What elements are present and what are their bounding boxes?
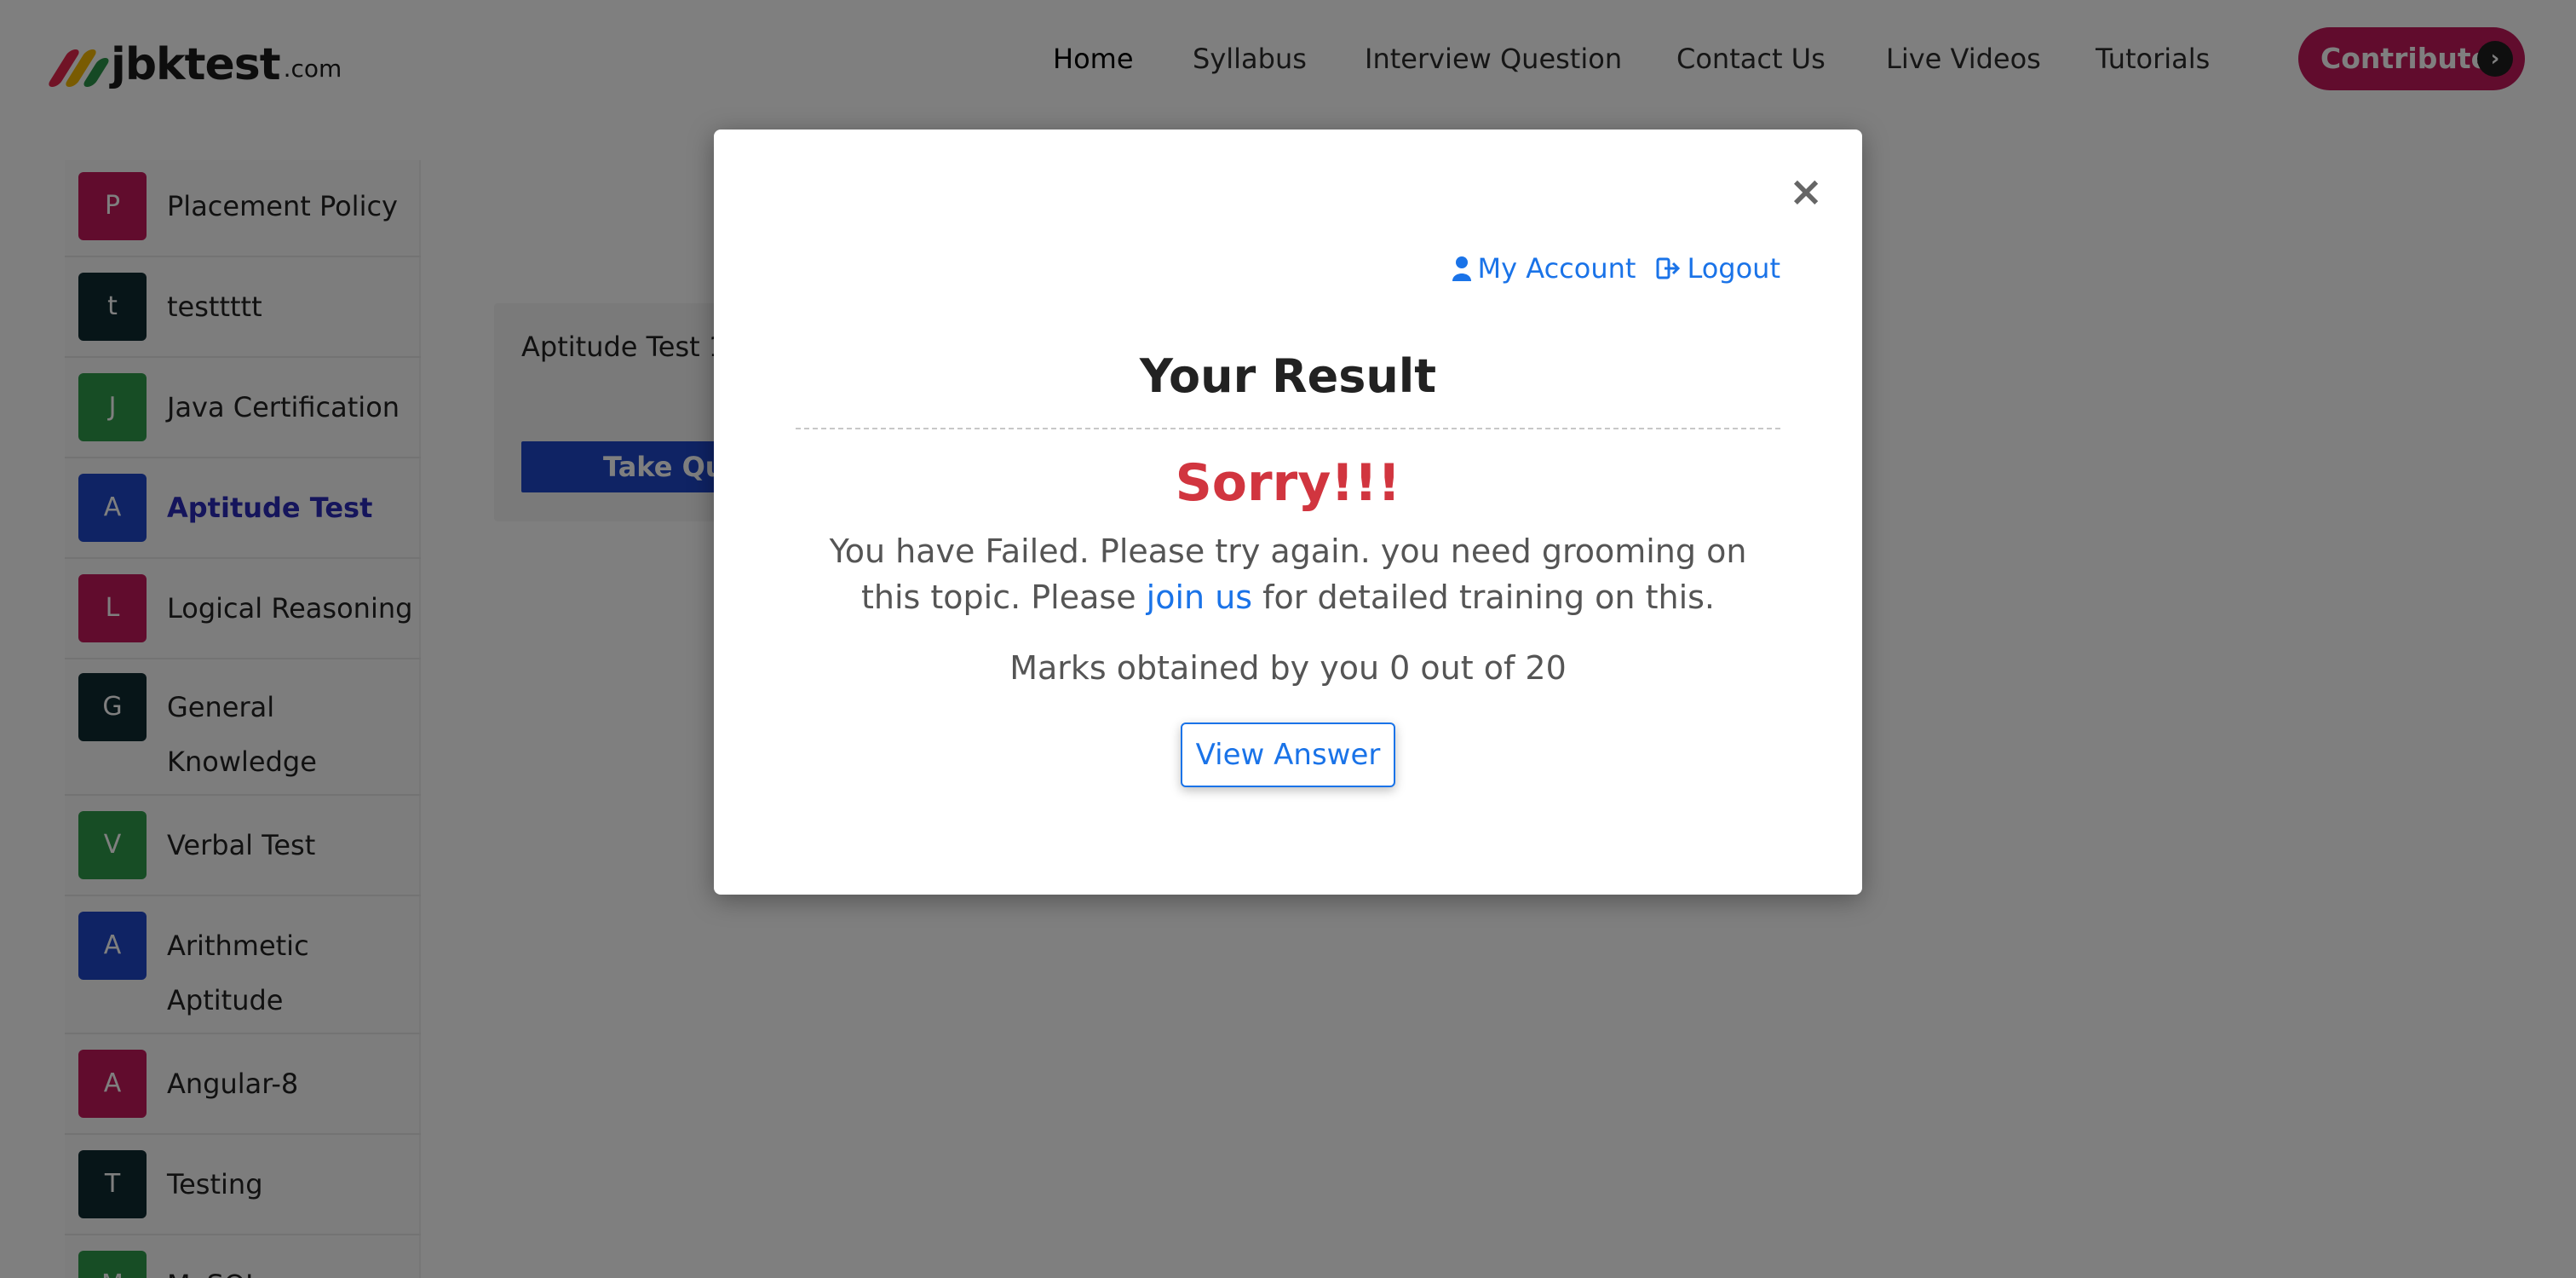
view-answer-button[interactable]: View Answer — [1181, 722, 1395, 787]
result-message: You have Failed. Please try again. you n… — [816, 528, 1760, 620]
marks-obtained: Marks obtained by you 0 out of 20 — [1009, 649, 1567, 687]
join-us-link[interactable]: join us — [1147, 579, 1252, 616]
divider — [796, 428, 1780, 429]
close-icon[interactable]: × — [1789, 170, 1823, 213]
result-modal: × My Account Logout Your Result Sorry!!!… — [714, 130, 1862, 895]
my-account-label: My Account — [1477, 252, 1636, 285]
user-icon — [1452, 256, 1471, 281]
logout-link[interactable]: Logout — [1656, 252, 1780, 285]
message-text-end: for detailed training on this. — [1252, 579, 1716, 616]
my-account-link[interactable]: My Account — [1452, 252, 1636, 285]
modal-title: Your Result — [1139, 349, 1437, 403]
logout-label: Logout — [1687, 252, 1780, 285]
account-links: My Account Logout — [1432, 252, 1780, 285]
logout-icon — [1656, 257, 1681, 279]
fail-heading: Sorry!!! — [1175, 453, 1401, 513]
